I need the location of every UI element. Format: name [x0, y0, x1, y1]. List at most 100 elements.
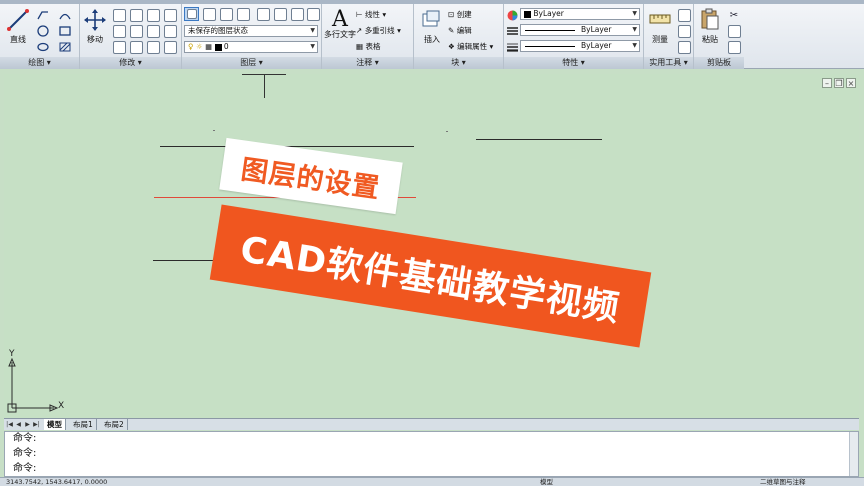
- rectangle-icon: [59, 26, 71, 36]
- layer-tool-4-button[interactable]: [236, 7, 250, 21]
- circle-button[interactable]: [36, 25, 50, 37]
- match-properties-button[interactable]: [506, 9, 518, 21]
- ellipse-icon: [37, 42, 49, 52]
- polyline-icon: [37, 11, 48, 20]
- cut-button[interactable]: ✂: [727, 9, 741, 21]
- modify-panel-title[interactable]: 修改 ▾: [80, 57, 181, 69]
- command-scrollbar[interactable]: [849, 432, 858, 476]
- insert-block-button[interactable]: [420, 8, 442, 30]
- scale-button[interactable]: [129, 40, 143, 54]
- drawing-close-button[interactable]: ×: [846, 78, 856, 88]
- chevron-down-icon: ▼: [310, 43, 315, 50]
- arc-icon: [59, 13, 71, 20]
- copy-button[interactable]: [112, 24, 126, 38]
- rotate-button[interactable]: [112, 8, 126, 22]
- layer-tool-5-icon: [256, 7, 270, 21]
- point-style-button[interactable]: [677, 24, 691, 38]
- layer-state-combo[interactable]: 未保存的图层状态 ▼: [184, 25, 318, 37]
- drawing-minimize-button[interactable]: –: [822, 78, 832, 88]
- measure-button[interactable]: [649, 10, 671, 28]
- polyline-button[interactable]: [36, 9, 50, 21]
- layer-tool-6-button[interactable]: [273, 7, 287, 21]
- copy-clip-button[interactable]: [727, 24, 741, 38]
- edit-attributes-label: 编辑属性: [457, 42, 488, 51]
- ellipse-button[interactable]: [36, 41, 50, 53]
- linear-dimension-button[interactable]: ⊢ 线性 ▾: [356, 9, 386, 20]
- quick-select-button[interactable]: [677, 8, 691, 22]
- hatch-button[interactable]: [58, 41, 72, 53]
- explode-icon: [163, 8, 177, 22]
- layer-combo[interactable]: ♀ ☼ ■ 0 ▼: [184, 41, 318, 53]
- edit-block-button[interactable]: ✎ 编辑: [448, 25, 472, 36]
- hatch-icon: [59, 42, 71, 52]
- paste-label: 粘贴: [702, 35, 718, 44]
- layer-tool-2-button[interactable]: [202, 7, 216, 21]
- annotation-panel: A 多行文字 ⊢ 线性 ▾ ↗ 多重引线 ▾ ▦ 表格 注释 ▾: [322, 4, 414, 69]
- layer-tool-4-icon: [236, 7, 250, 21]
- point-style-icon: [677, 24, 691, 38]
- layer-tool-8-button[interactable]: [306, 7, 320, 21]
- paste-button[interactable]: [699, 8, 721, 30]
- insert-label: 插入: [424, 35, 440, 44]
- move-tool-button[interactable]: [83, 8, 107, 32]
- mtext-icon[interactable]: A: [328, 7, 352, 32]
- linetype-combo[interactable]: ByLayer ▼: [520, 24, 640, 36]
- table-button[interactable]: ▦ 表格: [356, 41, 380, 52]
- mirror-button[interactable]: [129, 24, 143, 38]
- multileader-button[interactable]: ↗ 多重引线 ▾: [356, 25, 401, 36]
- modify-panel: 移动 修改 ▾: [80, 4, 182, 69]
- layers-panel-title[interactable]: 图层 ▾: [182, 57, 321, 69]
- arc-button[interactable]: [58, 9, 72, 21]
- line-tool-button[interactable]: [6, 8, 30, 32]
- block-panel-title[interactable]: 块 ▾: [414, 57, 503, 69]
- ruler-icon: [649, 14, 671, 24]
- stretch-icon: [112, 40, 126, 54]
- fillet-button[interactable]: [146, 24, 160, 38]
- model-space-toggle[interactable]: 模型: [540, 478, 553, 486]
- tab-last-icon[interactable]: ▶|: [32, 420, 41, 429]
- properties-panel: ByLayer ▼ ByLayer ▼ ByLayer ▼ 特性 ▾: [504, 4, 644, 69]
- layer-tool-5-button[interactable]: [256, 7, 270, 21]
- clipboard-panel-title[interactable]: 剪贴板: [694, 57, 744, 69]
- tab-prev-icon[interactable]: ◀: [14, 420, 23, 429]
- layer-properties-button[interactable]: [184, 7, 199, 21]
- utilities-panel: 测量 实用工具 ▾: [644, 4, 694, 69]
- properties-panel-title[interactable]: 特性 ▾: [504, 57, 643, 69]
- trim-button[interactable]: [129, 8, 143, 22]
- workspace-switch[interactable]: 二维草图与注释: [760, 478, 806, 486]
- layer-tool-3-button[interactable]: [219, 7, 233, 21]
- layers-panel: 未保存的图层状态 ▼ ♀ ☼ ■ 0 ▼ 图层 ▾: [182, 4, 322, 69]
- color-combo[interactable]: ByLayer ▼: [520, 8, 640, 20]
- calculator-button[interactable]: [677, 40, 691, 54]
- tab-first-icon[interactable]: |◀: [5, 420, 14, 429]
- command-window[interactable]: 命令: 命令: 命令:: [4, 431, 859, 477]
- annotation-panel-title[interactable]: 注释 ▾: [322, 57, 413, 69]
- utilities-panel-title[interactable]: 实用工具 ▾: [644, 57, 693, 69]
- sun-icon: ☼: [195, 42, 203, 51]
- color-swatch: [524, 10, 531, 18]
- layer-tool-7-button[interactable]: [290, 7, 304, 21]
- trim-icon: [129, 8, 143, 22]
- tab-next-icon[interactable]: ▶: [23, 420, 32, 429]
- drawing-dot: [213, 130, 215, 131]
- explode-button[interactable]: [163, 8, 177, 22]
- linetype-value: ByLayer: [581, 25, 612, 34]
- lineweight-combo[interactable]: ByLayer ▼: [520, 40, 640, 52]
- line-icon: [7, 9, 29, 31]
- drawing-restore-button[interactable]: ❐: [834, 78, 844, 88]
- array-button[interactable]: [146, 40, 160, 54]
- match-prop-button[interactable]: [727, 40, 741, 54]
- tab-model[interactable]: 模型: [44, 419, 66, 430]
- stretch-button[interactable]: [112, 40, 126, 54]
- edit-attributes-button[interactable]: ❖ 编辑属性 ▾: [448, 41, 493, 52]
- rectangle-button[interactable]: [58, 25, 72, 37]
- draw-panel-title[interactable]: 绘图 ▾: [0, 57, 79, 69]
- tab-layout1[interactable]: 布局1: [70, 419, 97, 430]
- layers-panel-title-text: 图层: [240, 58, 257, 67]
- join-button[interactable]: [163, 40, 177, 54]
- tab-layout2[interactable]: 布局2: [101, 419, 128, 430]
- autocad-window: 直线 绘图 ▾ 移动 修改 ▾ 未保存的图层状态 ▼ ♀ ☼ ■ 0 ▼ 图层 …: [0, 0, 864, 486]
- offset-button[interactable]: [163, 24, 177, 38]
- create-block-button[interactable]: ⊡ 创建: [448, 9, 472, 20]
- erase-button[interactable]: [146, 8, 160, 22]
